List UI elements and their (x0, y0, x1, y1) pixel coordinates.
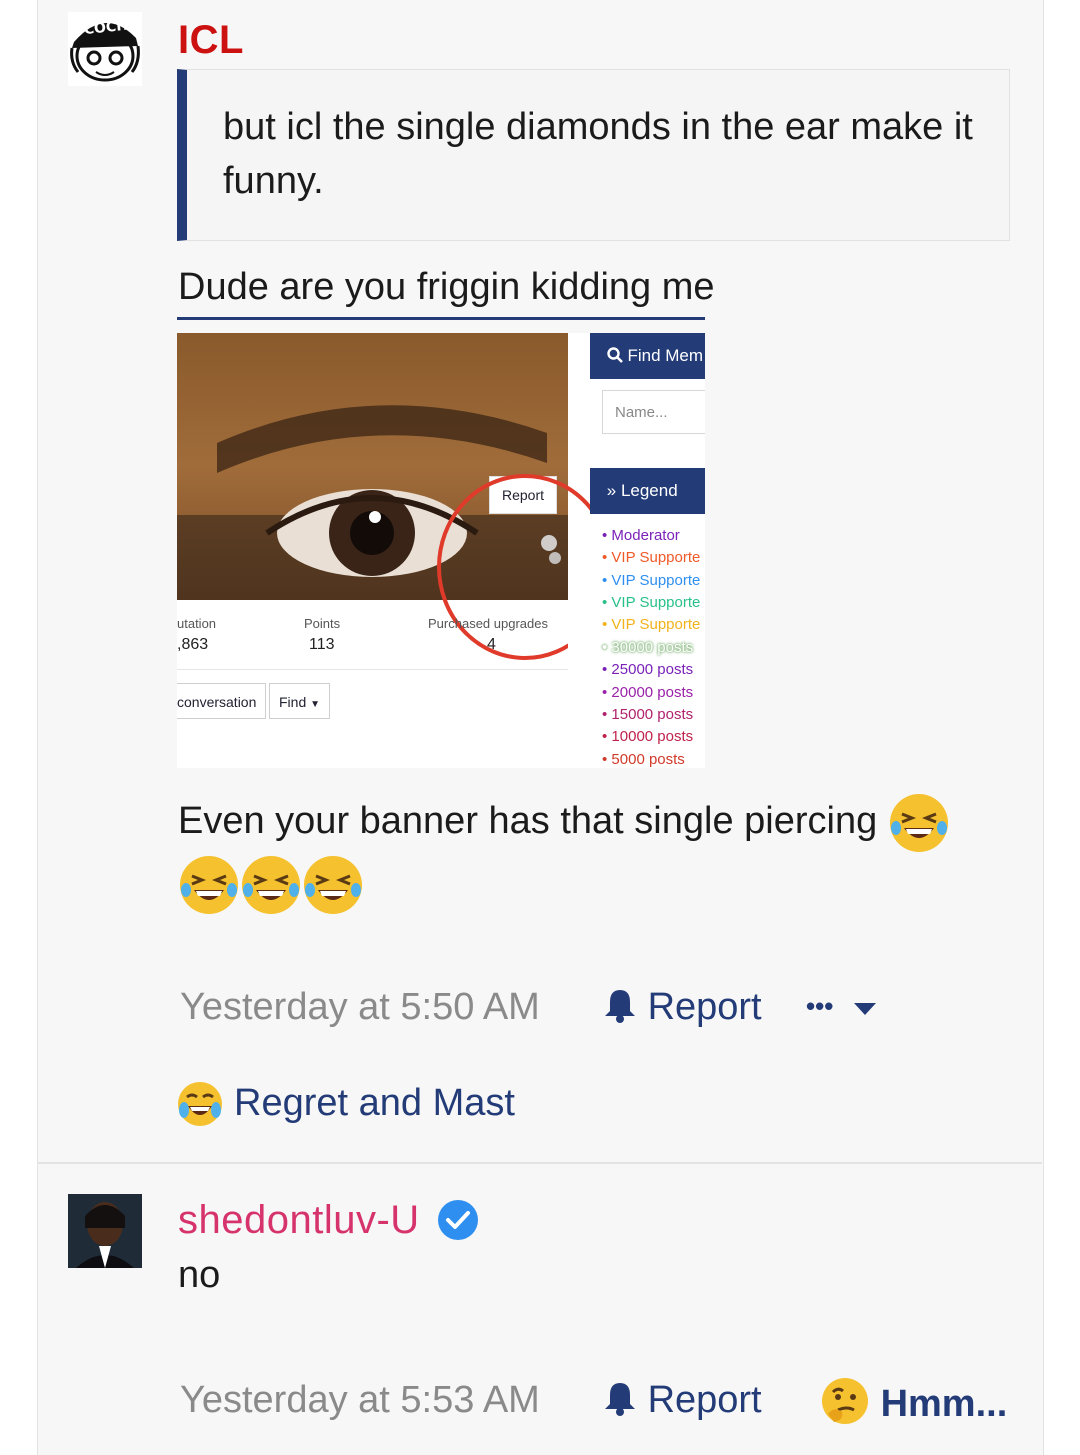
bell-icon (605, 1383, 635, 1416)
username-label: shedontluv-U (178, 1198, 420, 1242)
sentence-text: Even your banner has that single piercin… (178, 800, 878, 843)
find-members-header: Find Mem (590, 333, 705, 379)
username-icl[interactable]: ICL (178, 18, 244, 63)
more-dots-icon: ••• (806, 991, 834, 1021)
post-sentence: Even your banner has that single piercin… (178, 792, 978, 916)
legend-item: • Moderator (602, 527, 680, 544)
post-divider (37, 1162, 1042, 1164)
stat-value-upgrades: 4 (487, 636, 496, 653)
chevron-down-icon (853, 1003, 876, 1015)
embedded-divider (177, 669, 568, 670)
react-label: Hmm... (880, 1383, 1008, 1425)
profile-photo (68, 1194, 142, 1268)
more-options-button[interactable]: ••• (806, 986, 878, 1029)
stat-value-reputation: ,863 (177, 636, 209, 653)
legend-item: • VIP Supporte (602, 572, 701, 589)
legend-item: • VIP Supporte (602, 616, 701, 633)
embedded-find-button: Find ▼ (269, 683, 331, 719)
laughing-crying-emoji-icon (304, 856, 362, 914)
legend-header: » Legend (590, 468, 705, 514)
legend-item: • 5000 posts (602, 751, 685, 768)
post-timestamp[interactable]: Yesterday at 5:53 AM (180, 1379, 540, 1422)
post-headline: Dude are you friggin kidding me (178, 266, 715, 308)
embedded-conversation-button: conversation (177, 683, 267, 719)
embedded-find-label: Find (279, 694, 307, 710)
legend-item: • 30000 posts (602, 639, 694, 656)
legend-label: Legend (620, 481, 678, 500)
stat-value-points: 113 (309, 636, 335, 653)
stat-label-upgrades: Purchased upgrades (428, 616, 548, 631)
legend-item: • VIP Supporte (602, 549, 701, 566)
react-button[interactable]: Hmm... (820, 1376, 1007, 1426)
user-avatar-icl[interactable]: COCH (68, 12, 142, 86)
reaction-summary[interactable]: Regret and Mast (234, 1082, 515, 1125)
legend-item: • 10000 posts (602, 728, 694, 745)
legend-item: • VIP Supporte (602, 594, 701, 611)
report-button[interactable]: Report (603, 1379, 762, 1422)
caret-down-icon: ▼ (310, 699, 321, 710)
search-icon (607, 347, 623, 363)
laughing-crying-emoji-icon (178, 1082, 222, 1126)
laughing-crying-emoji-icon (889, 794, 948, 852)
legend-list: • Moderator • VIP Supporte • VIP Support… (568, 514, 705, 768)
post-timestamp[interactable]: Yesterday at 5:50 AM (180, 986, 540, 1029)
laughing-crying-emoji-icon (242, 856, 300, 914)
double-chevron-icon: » (606, 481, 617, 500)
stat-label-reputation: utation (177, 616, 217, 631)
quote-text: but icl the single diamonds in the ear m… (223, 106, 973, 202)
bell-icon (605, 990, 635, 1023)
thinking-face-icon (822, 1378, 868, 1424)
legend-item: • 15000 posts (602, 706, 694, 723)
user-avatar-shedontluv[interactable] (68, 1194, 142, 1268)
embedded-screenshot[interactable]: Report utation ,863 Points 113 Purchased… (177, 333, 705, 768)
quote-block: but icl the single diamonds in the ear m… (177, 69, 1010, 241)
stat-label-points: Points (304, 616, 341, 631)
report-label: Report (647, 986, 762, 1028)
report-label: Report (647, 1379, 762, 1421)
cartoon-avatar-icon: COCH (68, 12, 142, 86)
post-text: no (178, 1254, 221, 1296)
find-members-label: Find Mem (627, 346, 704, 365)
name-input: Name... (602, 390, 705, 434)
verified-badge-icon (438, 1200, 479, 1240)
report-button[interactable]: Report (603, 986, 762, 1029)
legend-item: • 25000 posts (602, 661, 694, 678)
headline-underline (177, 317, 705, 320)
username-shedontluv[interactable]: shedontluv-U (178, 1198, 479, 1243)
laughing-crying-emoji-icon (180, 856, 238, 914)
legend-item: • 20000 posts (602, 684, 694, 701)
